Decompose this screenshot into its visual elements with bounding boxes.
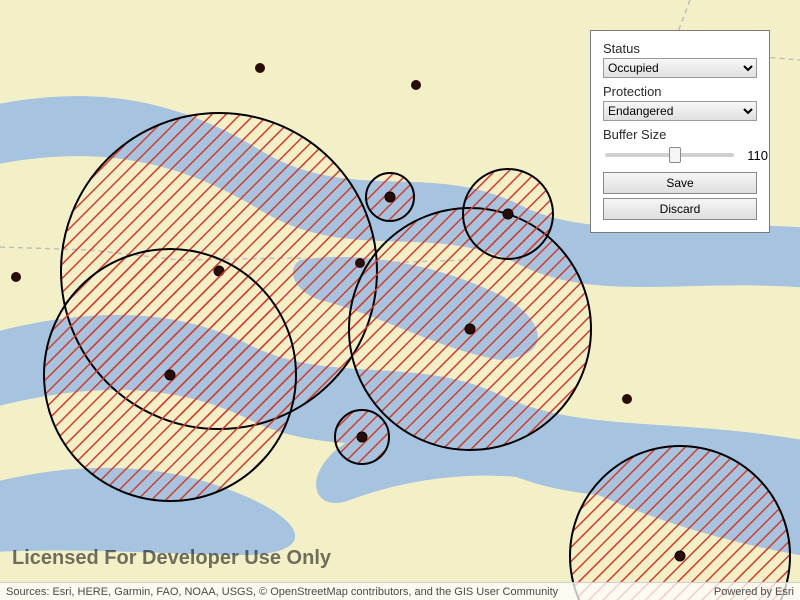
buffer-center	[357, 432, 367, 442]
attribution-powered-by: Powered by Esri	[714, 586, 794, 598]
buffer-label: Buffer Size	[603, 127, 757, 142]
map-point[interactable]	[622, 394, 632, 404]
edit-panel: Status OccupiedUnoccupied Protection End…	[590, 30, 770, 233]
attribution-bar: Sources: Esri, HERE, Garmin, FAO, NOAA, …	[0, 582, 800, 600]
buffer-center	[675, 551, 685, 561]
buffer-center	[385, 192, 395, 202]
status-label: Status	[603, 41, 757, 56]
buffer-value: 110	[742, 148, 768, 163]
discard-button[interactable]: Discard	[603, 198, 757, 220]
buffer-center	[165, 370, 175, 380]
map-point[interactable]	[355, 258, 365, 268]
buffer-slider[interactable]	[605, 146, 734, 164]
buffer-center	[503, 209, 513, 219]
attribution-sources: Sources: Esri, HERE, Garmin, FAO, NOAA, …	[6, 586, 558, 598]
protection-label: Protection	[603, 84, 757, 99]
map-point[interactable]	[411, 80, 421, 90]
status-select[interactable]: OccupiedUnoccupied	[603, 58, 757, 78]
map-point[interactable]	[11, 272, 21, 282]
save-button[interactable]: Save	[603, 172, 757, 194]
map-point[interactable]	[255, 63, 265, 73]
license-watermark: Licensed For Developer Use Only	[12, 547, 331, 570]
buffer-center	[465, 324, 475, 334]
protection-select[interactable]: EndangeredThreatenedNone	[603, 101, 757, 121]
